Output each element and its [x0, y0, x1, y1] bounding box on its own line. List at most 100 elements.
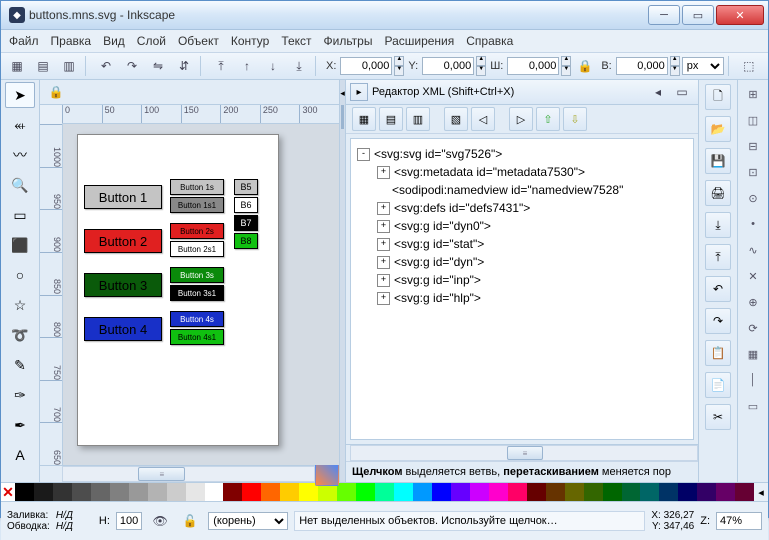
undo-icon[interactable]: ↶ [705, 276, 731, 302]
lower-bottom-icon[interactable]: ⤓ [287, 54, 311, 78]
expand-icon[interactable]: + [377, 238, 390, 251]
color-swatch[interactable] [261, 483, 280, 501]
canvas-object[interactable]: Button 2 [84, 229, 162, 253]
menu-view[interactable]: Вид [103, 34, 125, 48]
color-swatch[interactable] [91, 483, 110, 501]
canvas-object[interactable]: Button 2s1 [170, 241, 224, 257]
menu-filters[interactable]: Фильтры [324, 34, 373, 48]
panel-close-icon[interactable]: ▭ [670, 80, 694, 104]
snap-bbox-icon[interactable]: ◫ [743, 110, 763, 130]
expand-icon[interactable]: + [377, 274, 390, 287]
color-swatch[interactable] [356, 483, 375, 501]
rotate-cw-icon[interactable]: ↷ [120, 54, 144, 78]
copy-icon[interactable]: 📋 [705, 340, 731, 366]
color-swatch[interactable] [110, 483, 129, 501]
open-icon[interactable]: 📂 [705, 116, 731, 142]
canvas-object[interactable]: Button 2s [170, 223, 224, 239]
canvas-object[interactable]: B7 [234, 215, 258, 231]
color-swatch[interactable] [280, 483, 299, 501]
raise-top-icon[interactable]: ⤒ [209, 54, 233, 78]
canvas-object[interactable]: Button 3 [84, 273, 162, 297]
export-icon[interactable]: ⤒ [705, 244, 731, 270]
horizontal-scrollbar[interactable]: ≡ [40, 465, 339, 482]
tweak-tool-icon[interactable]: 〰 [5, 142, 35, 168]
collapse-left-icon[interactable]: ◂ [340, 88, 345, 99]
menu-file[interactable]: Файл [9, 34, 39, 48]
color-swatch[interactable] [205, 483, 224, 501]
color-swatch[interactable] [129, 483, 148, 501]
color-swatch[interactable] [375, 483, 394, 501]
canvas-object[interactable]: B5 [234, 179, 258, 195]
color-swatch[interactable] [242, 483, 261, 501]
pencil-tool-icon[interactable]: ✎ [5, 352, 35, 378]
indent-icon[interactable]: ▷ [509, 107, 533, 131]
flip-v-icon[interactable]: ⇵ [172, 54, 196, 78]
tree-row[interactable]: +<svg:defs id="defs7431"> [357, 199, 687, 217]
color-swatch[interactable] [186, 483, 205, 501]
snap-guide-icon[interactable]: │ [743, 370, 763, 390]
canvas-object[interactable]: Button 1s1 [170, 197, 224, 213]
selector-tool-icon[interactable]: ➤ [5, 82, 35, 108]
calligraphy-tool-icon[interactable]: ✒ [5, 412, 35, 438]
expand-icon[interactable]: + [377, 202, 390, 215]
save-icon[interactable]: 💾 [705, 148, 731, 174]
flip-h-icon[interactable]: ⇋ [146, 54, 170, 78]
color-swatch[interactable] [53, 483, 72, 501]
rotate-ccw-icon[interactable]: ↶ [94, 54, 118, 78]
tree-row[interactable]: -<svg:svg id="svg7526"> [357, 145, 687, 163]
ellipse-tool-icon[interactable]: ○ [5, 262, 35, 288]
opacity-field[interactable]: 100 [116, 512, 142, 530]
tree-row[interactable]: <sodipodi:namedview id="namedview7528" [357, 181, 687, 199]
xml-scrollbar[interactable]: ≡ [346, 444, 698, 461]
xml-panel-icon[interactable]: ▸ [350, 83, 368, 101]
palette-menu-icon[interactable]: ◂ [754, 483, 768, 501]
color-swatch[interactable] [584, 483, 603, 501]
canvas-object[interactable]: Button 4s [170, 311, 224, 327]
select-all-icon[interactable]: ▦ [5, 54, 29, 78]
select-layers-icon[interactable]: ▤ [31, 54, 55, 78]
snap-enable-icon[interactable]: ⊞ [743, 84, 763, 104]
new-element-icon[interactable]: ▦ [352, 107, 376, 131]
snap-midpoint-icon[interactable]: ⊙ [743, 188, 763, 208]
color-swatch[interactable] [34, 483, 53, 501]
redo-icon[interactable]: ↷ [705, 308, 731, 334]
height-input[interactable] [616, 57, 668, 75]
raise-icon[interactable]: ↑ [235, 54, 259, 78]
no-color-icon[interactable]: ✕ [1, 483, 15, 501]
w-input[interactable] [507, 57, 559, 75]
splitter[interactable]: ◂ [339, 80, 346, 482]
tree-row[interactable]: +<svg:metadata id="metadata7530"> [357, 163, 687, 181]
color-swatch[interactable] [735, 483, 754, 501]
zoom-tool-icon[interactable]: 🔍 [5, 172, 35, 198]
snap-corner-icon[interactable]: ⊡ [743, 162, 763, 182]
canvas-object[interactable]: Button 1s [170, 179, 224, 195]
color-swatch[interactable] [223, 483, 242, 501]
color-swatch[interactable] [565, 483, 584, 501]
star-tool-icon[interactable]: ☆ [5, 292, 35, 318]
delete-node-icon[interactable]: ▧ [444, 107, 468, 131]
menu-object[interactable]: Объект [178, 34, 219, 48]
rect-tool-icon[interactable]: ▭ [5, 202, 35, 228]
move-down-icon[interactable]: ⇩ [563, 107, 587, 131]
menu-help[interactable]: Справка [466, 34, 513, 48]
expand-icon[interactable]: + [377, 166, 390, 179]
color-swatch[interactable] [622, 483, 641, 501]
move-up-icon[interactable]: ⇧ [536, 107, 560, 131]
xml-tree[interactable]: -<svg:svg id="svg7526">+<svg:metadata id… [350, 138, 694, 440]
affect-icon[interactable]: ⬚ [737, 54, 761, 78]
y-input[interactable] [422, 57, 474, 75]
color-swatch[interactable] [527, 483, 546, 501]
expand-icon[interactable]: + [377, 256, 390, 269]
color-swatch[interactable] [659, 483, 678, 501]
x-input[interactable] [340, 57, 392, 75]
maximize-button[interactable]: ▭ [682, 5, 714, 25]
snap-path-icon[interactable]: ∿ [743, 240, 763, 260]
canvas-object[interactable]: Button 1 [84, 185, 162, 209]
color-swatch[interactable] [640, 483, 659, 501]
snap-rotation-icon[interactable]: ⟳ [743, 318, 763, 338]
snap-edge-icon[interactable]: ⊟ [743, 136, 763, 156]
canvas-object[interactable]: Button 3s [170, 267, 224, 283]
color-swatch[interactable] [603, 483, 622, 501]
canvas-object[interactable]: Button 4s1 [170, 329, 224, 345]
layer-lock-icon[interactable]: 🔒 [44, 80, 68, 104]
